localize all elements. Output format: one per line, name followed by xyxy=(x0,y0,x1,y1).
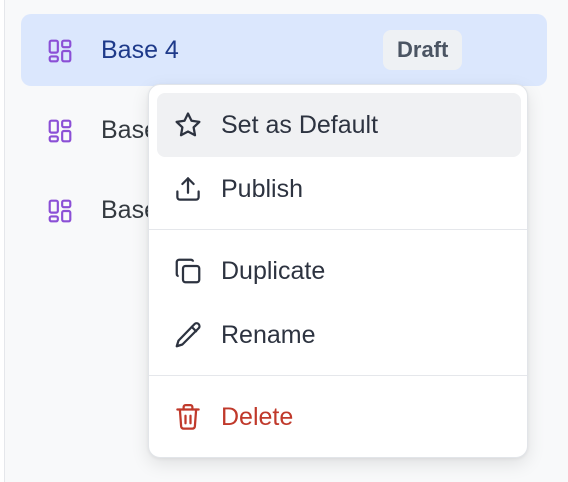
draft-badge: Draft xyxy=(383,30,463,70)
set-as-default-menu-item[interactable]: Set as Default xyxy=(157,93,521,157)
layout-grid-icon xyxy=(48,119,72,143)
publish-menu-item[interactable]: Publish xyxy=(157,157,521,221)
menu-item-label: Publish xyxy=(221,175,303,203)
menu-item-label: Duplicate xyxy=(221,257,326,285)
menu-item-label: Rename xyxy=(221,321,316,349)
delete-menu-item[interactable]: Delete xyxy=(157,385,521,449)
menu-divider xyxy=(149,375,527,376)
star-icon xyxy=(175,112,201,137)
menu-item-label: Set as Default xyxy=(221,111,379,139)
pencil-icon xyxy=(175,322,201,348)
base-item-label: Base 4 xyxy=(101,36,179,64)
duplicate-menu-item[interactable]: Duplicate xyxy=(157,239,521,303)
layout-grid-icon xyxy=(48,39,72,63)
rename-menu-item[interactable]: Rename xyxy=(157,303,521,367)
menu-item-label: Delete xyxy=(221,403,294,431)
trash-icon xyxy=(176,404,200,430)
menu-divider xyxy=(149,229,527,230)
copy-icon xyxy=(175,258,201,284)
layout-grid-icon xyxy=(48,199,72,223)
base-item-selected[interactable]: Base 4 Draft xyxy=(21,14,547,86)
context-menu: Set as Default Publish Duplicate Rename xyxy=(148,84,528,458)
upload-icon xyxy=(176,177,200,201)
